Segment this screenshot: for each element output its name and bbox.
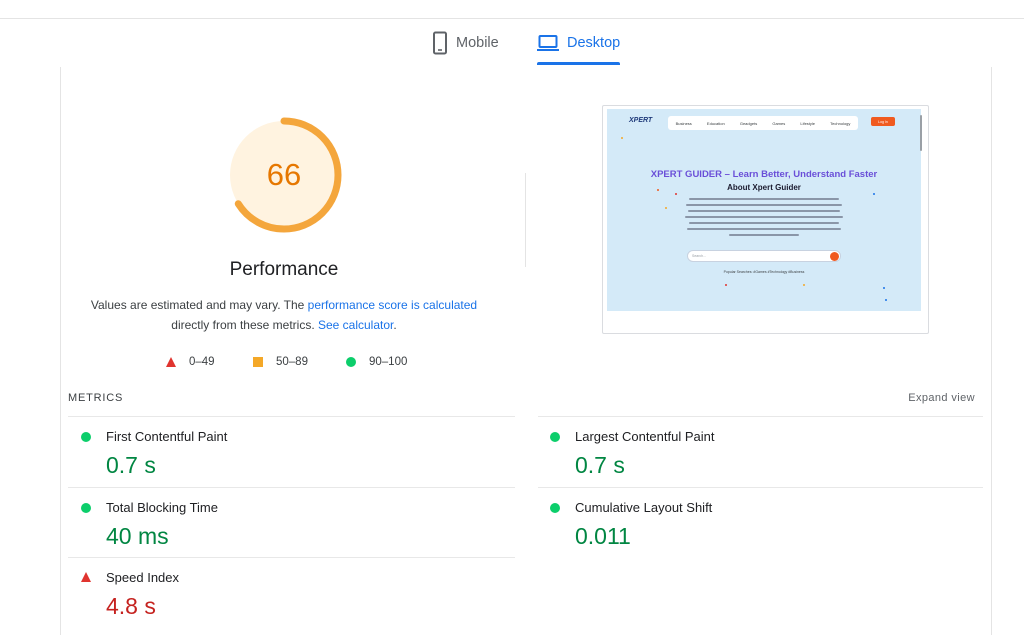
screenshot-search: Search... — [687, 250, 841, 262]
metric-value: 0.011 — [575, 523, 631, 549]
metric-cumulative-layout-shift: Cumulative Layout Shift 0.011 — [537, 488, 957, 558]
metric-first-contentful-paint: First Contentful Paint 0.7 s — [68, 417, 488, 487]
screenshot-nav-item: Lifestyle — [800, 120, 816, 126]
tab-mobile[interactable]: Mobile — [432, 19, 499, 67]
expand-view-toggle[interactable]: Expand view — [908, 392, 975, 404]
pass-circle-icon — [550, 432, 560, 442]
metrics-heading: METRICS — [68, 392, 124, 404]
decor-dot — [883, 287, 885, 289]
legend-range: 0–49 — [189, 356, 215, 368]
screenshot-login-button: Log In — [871, 117, 895, 126]
metric-speed-index: Speed Index 4.8 s — [68, 558, 488, 628]
legend-pass: 90–100 — [346, 354, 407, 370]
tab-desktop[interactable]: Desktop — [537, 19, 620, 67]
decor-dot — [803, 284, 805, 286]
screenshot-paragraph — [685, 198, 843, 240]
legend-range: 50–89 — [276, 356, 308, 368]
metric-name: Speed Index — [106, 570, 180, 585]
metric-largest-contentful-paint: Largest Contentful Paint 0.7 s — [537, 417, 957, 487]
metric-value: 0.7 s — [106, 452, 156, 478]
screenshot-popular: Popular Searches: #Games #Technology #Bu… — [723, 270, 805, 274]
screenshot-nav-item: Business — [675, 120, 692, 126]
decor-dot — [621, 137, 623, 139]
legend-fail: 0–49 — [166, 354, 215, 370]
vertical-divider — [525, 173, 526, 267]
decor-dot — [657, 189, 659, 191]
metric-value: 4.8 s — [106, 593, 156, 619]
decor-dot — [873, 193, 875, 195]
screenshot-nav: Business Education Geadgets Games Lifest… — [668, 116, 858, 130]
screenshot-search-placeholder: Search... — [692, 254, 707, 258]
fail-triangle-icon — [166, 357, 176, 367]
laptop-icon — [537, 35, 559, 51]
metric-value: 0.7 s — [575, 452, 625, 478]
metric-name: Largest Contentful Paint — [575, 429, 715, 444]
legend-range: 90–100 — [369, 356, 408, 368]
see-calculator-link[interactable]: See calculator — [318, 318, 393, 332]
screenshot-nav-item: Games — [772, 120, 786, 126]
category-title: Performance — [229, 259, 339, 280]
fail-triangle-icon — [81, 572, 91, 582]
description-text: Values are estimated and may vary. The — [90, 298, 308, 312]
pass-circle-icon — [346, 357, 356, 367]
screenshot-logo: XPERT — [629, 117, 653, 124]
description-text: directly from these metrics. — [171, 317, 318, 332]
search-icon — [830, 252, 839, 261]
tab-mobile-label: Mobile — [456, 35, 499, 51]
screenshot-nav-item: Geadgets — [739, 120, 758, 126]
description-text: . — [393, 317, 397, 332]
average-square-icon — [253, 357, 263, 367]
phone-icon — [433, 31, 447, 55]
final-screenshot: XPERT Business Education Geadgets Games … — [607, 109, 921, 311]
metric-value: 40 ms — [106, 523, 169, 549]
metric-total-blocking-time: Total Blocking Time 40 ms — [68, 488, 488, 558]
score-description: Values are estimated and may vary. The p… — [84, 296, 484, 335]
decor-dot — [665, 207, 667, 209]
decor-dot — [885, 299, 887, 301]
screenshot-headline: XPERT GUIDER – Learn Better, Understand … — [650, 169, 878, 180]
legend-average: 50–89 — [253, 354, 308, 370]
score-value: 66 — [266, 157, 302, 192]
decor-dot — [725, 284, 727, 286]
active-tab-indicator — [537, 62, 620, 65]
pass-circle-icon — [81, 503, 91, 513]
pass-circle-icon — [81, 432, 91, 442]
metric-name: Cumulative Layout Shift — [575, 500, 713, 515]
screenshot-scrollbar — [920, 115, 922, 151]
metric-name: Total Blocking Time — [106, 500, 218, 515]
screenshot-nav-item: Education — [706, 120, 725, 126]
screenshot-nav-item: Technology — [830, 120, 851, 126]
decor-dot — [675, 193, 677, 195]
tab-desktop-label: Desktop — [567, 35, 621, 51]
screenshot-subheading: About Xpert Guider — [727, 183, 801, 192]
score-calculation-link[interactable]: performance score is calculated — [308, 298, 477, 312]
pass-circle-icon — [550, 503, 560, 513]
metric-name: First Contentful Paint — [106, 429, 228, 444]
device-tabs: Mobile Desktop — [0, 19, 1024, 67]
